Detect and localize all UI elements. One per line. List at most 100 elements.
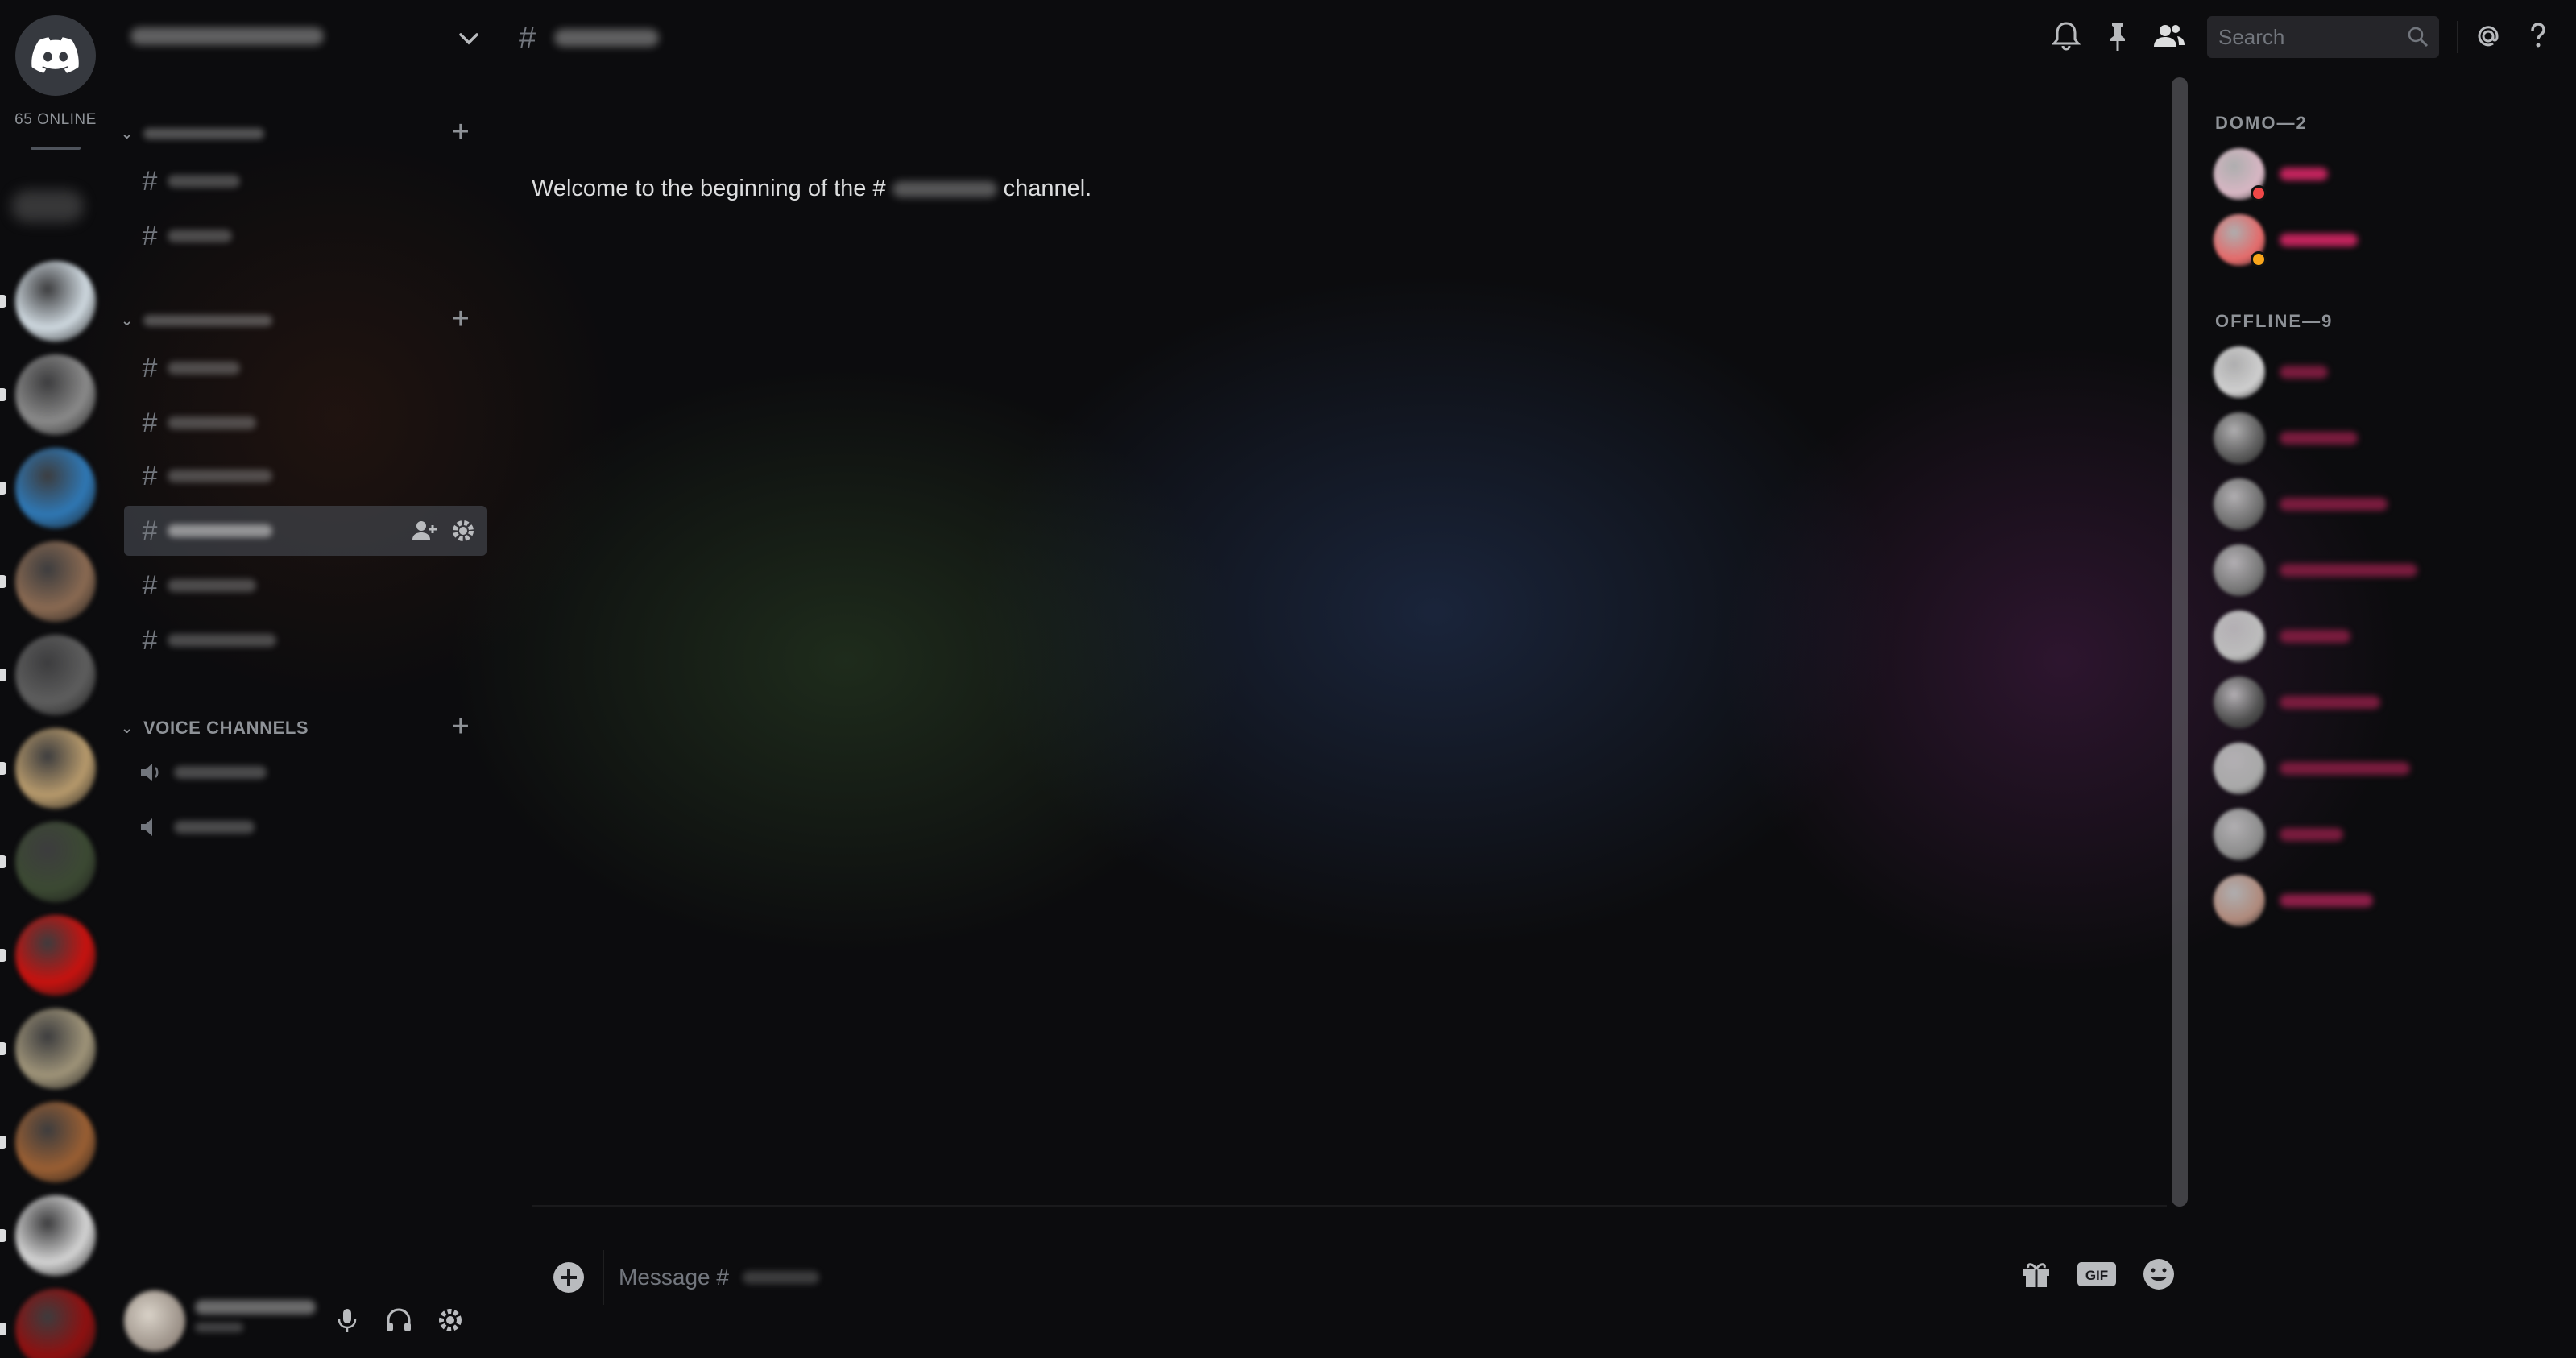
chevron-down-icon: ⌄ <box>121 312 134 329</box>
channel-header: # <box>501 0 2167 77</box>
voice-channel-item[interactable] <box>124 802 487 852</box>
server-icon[interactable] <box>15 635 96 715</box>
server-icon[interactable] <box>15 1102 96 1182</box>
member-avatar <box>2214 743 2265 794</box>
user-avatar[interactable] <box>124 1290 185 1352</box>
member-item[interactable] <box>2214 412 2552 469</box>
channel-name <box>168 416 256 429</box>
locked-hash-icon: # <box>519 21 536 55</box>
hash-icon: # <box>142 165 158 197</box>
locked-hash-icon: # <box>142 460 158 491</box>
locked-speaker-icon <box>141 818 152 836</box>
welcome-prefix: Welcome to the beginning of the # <box>532 176 886 201</box>
discord-logo-icon <box>31 37 79 73</box>
member-item[interactable] <box>2214 875 2552 931</box>
emoji-icon[interactable] <box>2141 1257 2176 1292</box>
member-name <box>2280 564 2417 577</box>
pin-icon[interactable] <box>2098 16 2138 56</box>
channel-item[interactable]: # <box>124 211 487 261</box>
channel-name <box>168 230 232 242</box>
user-settings-gear-icon[interactable] <box>435 1305 466 1335</box>
member-item[interactable] <box>2214 743 2552 799</box>
add-channel-icon[interactable]: + <box>445 304 477 337</box>
channel-item-active[interactable]: # <box>124 506 487 556</box>
channel-sidebar: ⌄ + # # ⌄ + # # # # # # ⌄ VOICE CHANNELS… <box>114 0 501 1358</box>
upload-plus-icon[interactable] <box>551 1260 586 1295</box>
user-panel <box>114 1284 501 1358</box>
voice-channel-item[interactable] <box>124 747 487 797</box>
discord-home-button[interactable] <box>15 15 96 96</box>
channel-welcome-message: Welcome to the beginning of the # channe… <box>532 176 1091 202</box>
search-box[interactable] <box>2207 16 2439 58</box>
help-icon[interactable] <box>2518 16 2558 56</box>
server-icon[interactable] <box>15 728 96 809</box>
member-item[interactable] <box>2214 346 2552 403</box>
member-list: DOMO—2 OFFLINE—9 <box>2175 77 2576 1358</box>
channel-name <box>168 524 272 537</box>
member-item[interactable] <box>2214 214 2552 271</box>
channel-item[interactable]: # <box>124 398 487 448</box>
status-indicator <box>2251 251 2267 267</box>
server-icon[interactable] <box>15 354 96 435</box>
microphone-icon[interactable] <box>332 1305 362 1335</box>
channel-category[interactable]: ⌄ + <box>114 304 501 337</box>
channel-item[interactable]: # <box>124 451 487 501</box>
headphones-icon[interactable] <box>383 1305 414 1335</box>
member-item[interactable] <box>2214 677 2552 733</box>
member-name <box>2280 762 2410 775</box>
server-icon[interactable] <box>15 541 96 622</box>
search-icon <box>2408 27 2429 48</box>
locked-hash-icon: # <box>142 569 158 601</box>
server-unread-indicator <box>0 669 6 681</box>
voice-category-label: VOICE CHANNELS <box>143 718 309 738</box>
server-unread-indicator <box>0 1136 6 1149</box>
server-icon[interactable] <box>15 1289 96 1358</box>
guild-header[interactable] <box>114 0 501 77</box>
members-icon[interactable] <box>2149 16 2189 56</box>
member-item[interactable] <box>2214 544 2552 601</box>
member-item[interactable] <box>2214 809 2552 865</box>
speaker-icon <box>141 764 159 781</box>
locked-hash-icon: # <box>142 515 158 546</box>
toolbar-separator <box>2457 21 2458 53</box>
at-icon[interactable] <box>2468 16 2508 56</box>
guild-name <box>130 27 324 45</box>
member-item[interactable] <box>2214 611 2552 667</box>
channel-category[interactable]: ⌄ + <box>114 117 501 150</box>
locked-hash-icon: # <box>142 624 158 656</box>
gear-icon[interactable] <box>449 517 477 544</box>
chevron-down-icon[interactable] <box>453 23 485 55</box>
server-icon[interactable] <box>15 261 96 342</box>
add-voice-channel-icon[interactable]: + <box>445 711 477 744</box>
server-icon[interactable] <box>15 448 96 528</box>
server-icon[interactable] <box>15 1008 96 1089</box>
channel-name-redacted <box>743 1271 819 1284</box>
member-item[interactable] <box>2214 478 2552 535</box>
member-name <box>2280 366 2328 379</box>
channel-name <box>168 634 276 647</box>
chevron-down-icon: ⌄ <box>121 125 134 142</box>
server-icon[interactable] <box>15 1195 96 1276</box>
channel-item[interactable]: # <box>124 615 487 665</box>
member-item[interactable] <box>2214 148 2552 205</box>
server-icon[interactable] <box>15 822 96 902</box>
hash-icon: # <box>142 220 158 251</box>
channel-item[interactable]: # <box>124 561 487 611</box>
member-avatar <box>2214 412 2265 464</box>
voice-category[interactable]: ⌄ VOICE CHANNELS + <box>114 711 501 744</box>
online-count: 65 ONLINE <box>14 111 97 128</box>
member-avatar <box>2214 346 2265 398</box>
gif-icon[interactable]: GIF <box>2077 1260 2117 1289</box>
member-avatar <box>2214 611 2265 662</box>
search-input[interactable] <box>2218 16 2396 58</box>
add-channel-icon[interactable]: + <box>445 117 477 150</box>
member-group-header: DOMO—2 <box>2215 113 2308 133</box>
invite-member-icon[interactable] <box>411 517 438 544</box>
channel-item[interactable]: # <box>124 343 487 393</box>
server-icon[interactable] <box>15 915 96 996</box>
gift-icon[interactable] <box>2020 1258 2052 1290</box>
server-folder-icon[interactable] <box>11 190 84 222</box>
channel-item[interactable]: # <box>124 156 487 206</box>
bell-icon[interactable] <box>2046 16 2086 56</box>
member-group-header: OFFLINE—9 <box>2215 311 2334 331</box>
